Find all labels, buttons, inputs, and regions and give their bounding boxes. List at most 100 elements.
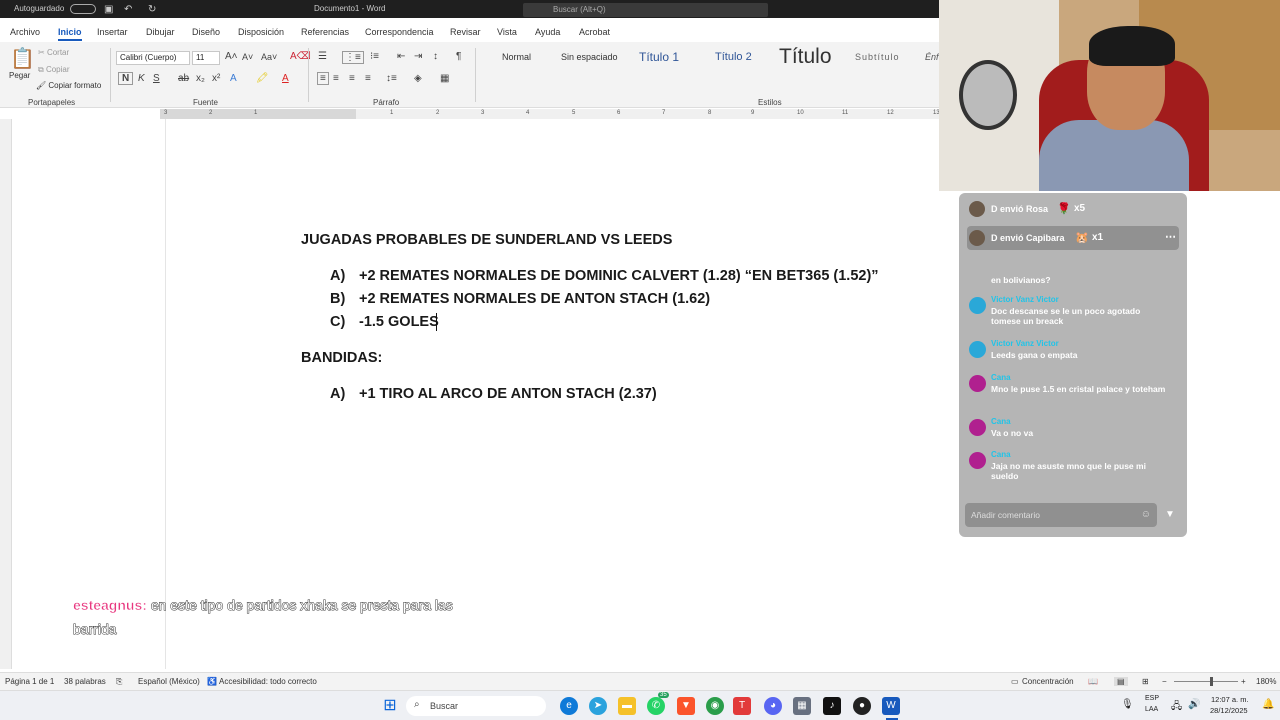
notifications-icon[interactable]: 🔔 [1262, 699, 1274, 710]
emoji-icon[interactable]: ☺ [1141, 509, 1151, 520]
zoom-level[interactable]: 180% [1256, 677, 1276, 686]
chrome-icon[interactable]: ◉ [706, 697, 724, 715]
bold-icon[interactable]: N [118, 72, 134, 85]
tab-acrobat[interactable]: Acrobat [579, 27, 610, 37]
proofing-icon[interactable]: ⎘ [116, 677, 122, 687]
subscript-icon[interactable]: x₂ [196, 73, 205, 84]
italic-icon[interactable]: K [138, 73, 145, 84]
clock-date[interactable]: 28/12/2025 [1210, 706, 1248, 715]
web-layout-icon[interactable]: ⊞ [1142, 677, 1149, 686]
underline-icon[interactable]: S [153, 73, 160, 84]
zoom-slider-thumb[interactable] [1210, 677, 1213, 686]
tab-insertar[interactable]: Insertar [97, 27, 128, 37]
tab-revisar[interactable]: Revisar [450, 27, 481, 37]
tiktok-icon[interactable]: ♪ [823, 697, 841, 715]
highlight-icon[interactable]: 🖍 [256, 73, 269, 84]
chat-username[interactable]: Victor Vanz Victor [991, 339, 1059, 348]
print-layout-icon[interactable]: ▤ [1114, 677, 1128, 686]
chat-username[interactable]: Victor Vanz Victor [991, 295, 1059, 304]
tab-archivo[interactable]: Archivo [10, 27, 40, 37]
font-size-select[interactable]: 11 [192, 51, 220, 65]
typing-app-icon[interactable]: T [733, 697, 751, 715]
style-titulo[interactable]: Título [779, 45, 832, 69]
align-right-icon[interactable]: ≡ [349, 73, 355, 84]
tab-diseno[interactable]: Diseño [192, 27, 220, 37]
microphone-icon[interactable]: 🎙 [1121, 699, 1134, 710]
autosave-toggle[interactable] [70, 4, 96, 14]
volume-icon[interactable]: 🔊 [1188, 699, 1200, 710]
tab-inicio[interactable]: Inicio [58, 27, 82, 41]
accessibility-status[interactable]: Accesibilidad: todo correcto [219, 677, 317, 686]
word-icon[interactable]: W [882, 697, 900, 715]
taskbar-search[interactable]: ⌕ Buscar [406, 696, 546, 716]
tab-referencias[interactable]: Referencias [301, 27, 349, 37]
tab-dibujar[interactable]: Dibujar [146, 27, 175, 37]
zoom-in-icon[interactable]: + [1241, 677, 1246, 686]
change-case-icon[interactable]: Aa˅ [261, 52, 277, 62]
style-titulo-2[interactable]: Título 2 [715, 51, 752, 63]
search-box[interactable]: Buscar (Alt+Q) [523, 3, 768, 17]
whatsapp-icon[interactable]: ✆ [647, 697, 665, 715]
numbering-icon[interactable]: ⋮≡ [342, 51, 364, 64]
tab-vista[interactable]: Vista [497, 27, 517, 37]
align-center-icon[interactable]: ≡ [333, 73, 339, 84]
zoom-slider[interactable] [1174, 681, 1238, 682]
comment-input[interactable]: Añadir comentario ☺ [965, 503, 1157, 527]
tab-ayuda[interactable]: Ayuda [535, 27, 560, 37]
file-explorer-icon[interactable]: ▬ [618, 697, 636, 715]
undo-icon[interactable]: ↶ [124, 4, 132, 15]
tab-correspondencia[interactable]: Correspondencia [365, 27, 434, 37]
obs-icon[interactable]: ● [853, 697, 871, 715]
show-marks-icon[interactable]: ¶ [456, 51, 461, 62]
clock-time[interactable]: 12:07 a. m. [1211, 695, 1249, 704]
filter-icon[interactable]: ▼ [1165, 509, 1175, 520]
style-enfasis[interactable]: Énf [925, 52, 939, 62]
style-normal[interactable]: Normal [502, 52, 531, 62]
paste-icon[interactable]: 📋 [10, 46, 35, 71]
redo-icon[interactable]: ↻ [148, 4, 156, 15]
decrease-indent-icon[interactable]: ⇤ [397, 51, 405, 62]
cut-button[interactable]: ✂ Cortar [38, 48, 69, 57]
start-icon[interactable]: ⊞ [381, 697, 399, 715]
horizontal-ruler[interactable]: 3 2 1 1 2 3 4 5 6 7 8 9 10 11 12 13 [160, 109, 940, 119]
font-color-icon[interactable]: A [282, 73, 289, 84]
style-subtitulo[interactable]: Subtítulo [855, 52, 900, 62]
language-indicator[interactable]: ESP [1145, 695, 1159, 702]
format-painter-button[interactable]: 🖌 Copiar formato [36, 81, 101, 90]
chat-username[interactable]: Cana [991, 450, 1011, 459]
bullets-icon[interactable]: ☰ [318, 51, 327, 62]
style-sin-espaciado[interactable]: Sin espaciado [561, 52, 618, 62]
keyboard-layout[interactable]: LAA [1145, 706, 1158, 713]
word-count[interactable]: 38 palabras [64, 677, 106, 686]
chat-username[interactable]: Cana [991, 417, 1011, 426]
zoom-out-icon[interactable]: − [1162, 677, 1167, 686]
paste-button[interactable]: Pegar [9, 71, 30, 80]
language-status[interactable]: Español (México) [138, 677, 200, 686]
more-options-icon[interactable]: ⋯ [1165, 230, 1176, 243]
line-spacing-icon[interactable]: ↕≡ [386, 73, 397, 84]
strikethrough-icon[interactable]: ab [178, 73, 189, 84]
increase-indent-icon[interactable]: ⇥ [414, 51, 422, 62]
grow-font-icon[interactable]: A˄ [225, 51, 238, 62]
align-left-icon[interactable]: ≡ [317, 72, 329, 85]
edge-icon[interactable]: e [560, 697, 578, 715]
chat-username[interactable]: Cana [991, 373, 1011, 382]
justify-icon[interactable]: ≡ [365, 73, 371, 84]
font-name-select[interactable]: Calibri (Cuerpo) [116, 51, 190, 65]
style-titulo-1[interactable]: Título 1 [639, 50, 679, 64]
sort-icon[interactable]: ↕ [433, 51, 438, 62]
brave-icon[interactable]: ▼ [677, 697, 695, 715]
page-count[interactable]: Página 1 de 1 [5, 677, 54, 686]
text-effects-icon[interactable]: A [230, 73, 237, 84]
tab-disposicion[interactable]: Disposición [238, 27, 284, 37]
calculator-icon[interactable]: ▦ [793, 697, 811, 715]
vertical-ruler[interactable] [0, 119, 12, 669]
multilevel-list-icon[interactable]: ⁝≡ [370, 51, 379, 62]
network-icon[interactable]: 🖧 [1171, 699, 1182, 716]
read-mode-icon[interactable]: 📖 [1088, 677, 1098, 686]
save-icon[interactable]: ▣ [104, 4, 113, 15]
focus-mode-button[interactable]: Concentración [1022, 677, 1074, 686]
copy-button[interactable]: ⧉ Copiar [38, 65, 70, 75]
superscript-icon[interactable]: x² [212, 73, 220, 84]
shrink-font-icon[interactable]: A˅ [242, 52, 253, 62]
